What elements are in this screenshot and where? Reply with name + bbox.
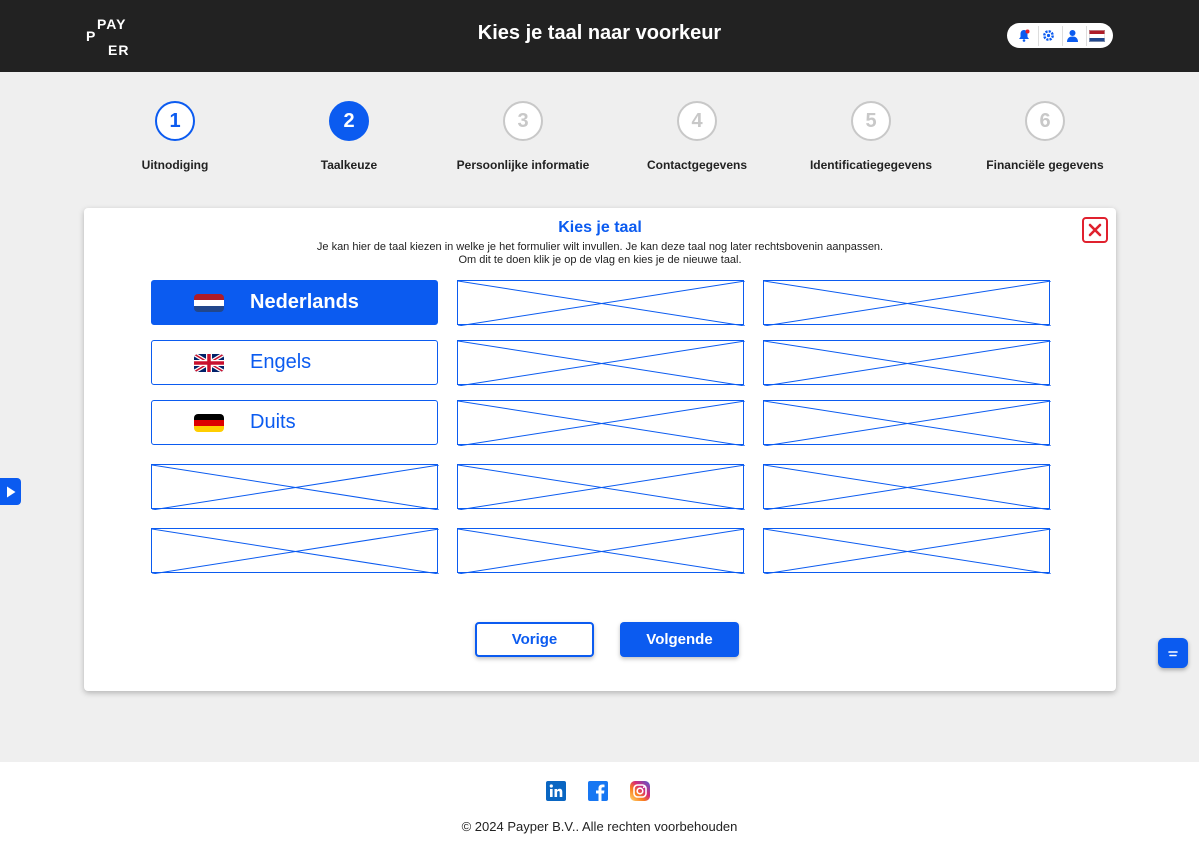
chat-icon: [1168, 651, 1178, 657]
placeholder-tile: [763, 340, 1051, 386]
placeholder-tile: [151, 528, 439, 574]
step-label: Uitnodiging: [141, 158, 209, 172]
chat-button[interactable]: [1158, 638, 1188, 668]
placeholder-tile: [763, 528, 1051, 574]
user-icon[interactable]: [1062, 25, 1082, 46]
description-line-2: Om dit te doen klik je op de vlag en kie…: [458, 254, 742, 266]
card-title: Kies je taal: [558, 219, 642, 236]
step-number: 2: [329, 101, 369, 141]
social-links: [546, 781, 650, 801]
step-number: 1: [155, 101, 195, 141]
card-description: Je kan hier de taal kiezen in welke je h…: [84, 241, 1116, 267]
step-4[interactable]: 4 Contactgegevens: [607, 101, 787, 172]
play-icon: [6, 486, 15, 497]
language-name: Duits: [250, 411, 296, 433]
step-5[interactable]: 5 Identificatiegegevens: [781, 101, 961, 172]
language-name: Engels: [250, 351, 312, 373]
step-number: 4: [677, 101, 717, 141]
step-6[interactable]: 6 Financiële gegevens: [955, 101, 1135, 172]
step-3[interactable]: 3 Persoonlijke informatie: [433, 101, 613, 172]
flag-de-icon: [194, 414, 224, 432]
top-header: PAY P ER Kies je taal naar voorkeur: [0, 0, 1199, 72]
flag-nl-icon: [194, 294, 224, 312]
footer: © 2024 Payper B.V.. Alle rechten voorbeh…: [0, 762, 1199, 849]
step-label: Identificatiegegevens: [809, 158, 933, 172]
close-icon: [1088, 223, 1102, 237]
placeholder-tile: [151, 464, 439, 510]
step-number: 5: [851, 101, 891, 141]
step-2[interactable]: 2 Taalkeuze: [259, 101, 439, 172]
step-label: Financiële gegevens: [986, 158, 1104, 172]
header-toolbar: [1007, 23, 1113, 48]
placeholder-tile: [763, 464, 1051, 510]
next-button[interactable]: Volgende: [620, 622, 739, 657]
gear-icon[interactable]: [1038, 25, 1058, 46]
placeholder-tile: [457, 400, 745, 446]
placeholder-tile: [457, 280, 745, 326]
flag-gb-icon: [194, 354, 224, 372]
copyright-text: © 2024 Payper B.V.. Alle rechten voorbeh…: [461, 819, 738, 834]
step-label: Taalkeuze: [320, 158, 378, 172]
placeholder-tile: [457, 340, 745, 386]
placeholder-tile: [763, 400, 1051, 446]
linkedin-icon[interactable]: [546, 781, 566, 801]
step-label: Persoonlijke informatie: [456, 158, 590, 172]
bell-icon[interactable]: [1014, 26, 1034, 46]
facebook-icon[interactable]: [588, 781, 608, 801]
placeholder-tile: [457, 464, 745, 510]
step-number: 3: [503, 101, 543, 141]
language-card: Kies je taal Je kan hier de taal kiezen …: [84, 208, 1116, 691]
step-1[interactable]: 1 Uitnodiging: [85, 101, 265, 172]
language-name: Nederlands: [250, 291, 359, 313]
language-option-engels[interactable]: Engels: [151, 340, 438, 385]
step-number: 6: [1025, 101, 1065, 141]
side-panel-toggle[interactable]: [0, 478, 21, 505]
close-button[interactable]: [1082, 217, 1108, 243]
placeholder-tile: [763, 280, 1051, 326]
step-label: Contactgegevens: [646, 158, 748, 172]
placeholder-tile: [457, 528, 745, 574]
previous-button[interactable]: Vorige: [475, 622, 594, 657]
instagram-icon[interactable]: [630, 781, 650, 801]
language-option-duits[interactable]: Duits: [151, 400, 438, 445]
flag-nl-icon[interactable]: [1086, 25, 1106, 46]
description-line-1: Je kan hier de taal kiezen in welke je h…: [316, 241, 884, 253]
language-option-nederlands[interactable]: Nederlands: [151, 280, 438, 325]
